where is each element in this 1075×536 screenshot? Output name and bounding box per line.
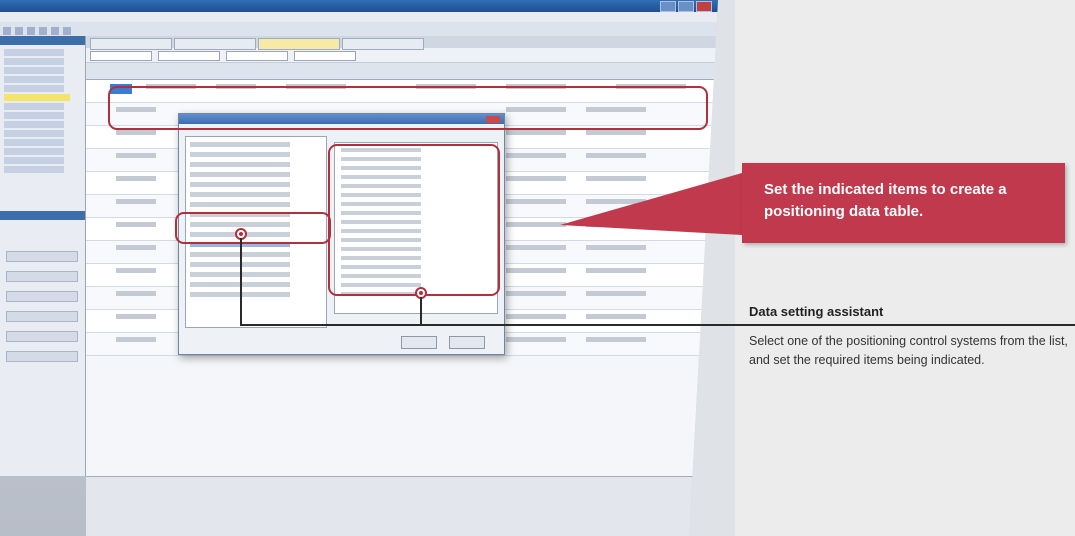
filter-button[interactable] bbox=[294, 51, 356, 61]
element-button[interactable] bbox=[6, 271, 78, 282]
output-pane bbox=[86, 476, 716, 536]
window-titlebar bbox=[0, 0, 718, 12]
element-button[interactable] bbox=[6, 291, 78, 302]
tree-item[interactable] bbox=[4, 76, 64, 83]
annotation-panel bbox=[735, 0, 1075, 536]
element-button[interactable] bbox=[6, 351, 78, 362]
list-item[interactable] bbox=[190, 142, 290, 147]
filter-button[interactable] bbox=[158, 51, 220, 61]
filter-button[interactable] bbox=[226, 51, 288, 61]
menu-bar[interactable] bbox=[0, 12, 718, 22]
software-screenshot bbox=[0, 0, 735, 536]
tree-item[interactable] bbox=[4, 139, 64, 146]
cancel-button[interactable] bbox=[449, 336, 485, 349]
highlight-required-items-outline bbox=[328, 144, 500, 296]
tree-item[interactable] bbox=[4, 49, 64, 56]
axis-filter-bar[interactable] bbox=[86, 48, 716, 63]
project-navigation-pane bbox=[0, 36, 86, 476]
assistant-description: Select one of the positioning control sy… bbox=[749, 334, 1068, 367]
window-controls[interactable] bbox=[660, 1, 712, 12]
positioning-table-header bbox=[86, 63, 716, 80]
maximize-icon[interactable] bbox=[678, 1, 694, 12]
tree-item[interactable] bbox=[4, 112, 64, 119]
tree-item[interactable] bbox=[4, 85, 64, 92]
tree-item[interactable] bbox=[4, 58, 64, 65]
toolbar-icon[interactable] bbox=[3, 27, 11, 35]
list-item[interactable] bbox=[190, 192, 290, 197]
callout-text: Set the indicated items to create a posi… bbox=[764, 181, 1007, 220]
element-button[interactable] bbox=[6, 331, 78, 342]
axis-select[interactable] bbox=[90, 51, 152, 61]
tree-item[interactable] bbox=[4, 166, 64, 173]
highlight-list-item-outline bbox=[175, 212, 331, 244]
element-button[interactable] bbox=[6, 311, 78, 322]
list-item[interactable] bbox=[190, 202, 290, 207]
toolbar-icon[interactable] bbox=[63, 27, 71, 35]
tree-item[interactable] bbox=[4, 103, 64, 110]
list-item[interactable] bbox=[190, 172, 290, 177]
callout-pointer bbox=[560, 173, 742, 235]
toolbar-icon[interactable] bbox=[15, 27, 23, 35]
tree-item-selected[interactable] bbox=[4, 94, 70, 101]
project-tree[interactable] bbox=[4, 49, 85, 173]
document-tabs[interactable] bbox=[86, 36, 716, 50]
toolbar-icon[interactable] bbox=[51, 27, 59, 35]
minimize-icon[interactable] bbox=[660, 1, 676, 12]
assistant-title: Data setting assistant bbox=[749, 304, 884, 319]
ok-button[interactable] bbox=[401, 336, 437, 349]
tree-item[interactable] bbox=[4, 130, 64, 137]
element-selection-header bbox=[0, 211, 85, 220]
tree-item[interactable] bbox=[4, 121, 64, 128]
connector-line bbox=[240, 324, 1075, 326]
navigation-header bbox=[0, 36, 85, 45]
callout-box: Set the indicated items to create a posi… bbox=[742, 163, 1065, 243]
tree-item[interactable] bbox=[4, 67, 64, 74]
connector-line bbox=[420, 297, 422, 325]
toolbar-icon[interactable] bbox=[39, 27, 47, 35]
connector-line bbox=[240, 238, 242, 325]
close-icon[interactable] bbox=[696, 1, 712, 12]
list-item[interactable] bbox=[190, 162, 290, 167]
list-item[interactable] bbox=[190, 152, 290, 157]
tree-item[interactable] bbox=[4, 157, 64, 164]
highlight-table-row-outline bbox=[108, 86, 708, 130]
list-item[interactable] bbox=[190, 182, 290, 187]
element-button[interactable] bbox=[6, 251, 78, 262]
tree-item[interactable] bbox=[4, 148, 64, 155]
toolbar-icon[interactable] bbox=[27, 27, 35, 35]
toolbar[interactable] bbox=[0, 22, 718, 37]
